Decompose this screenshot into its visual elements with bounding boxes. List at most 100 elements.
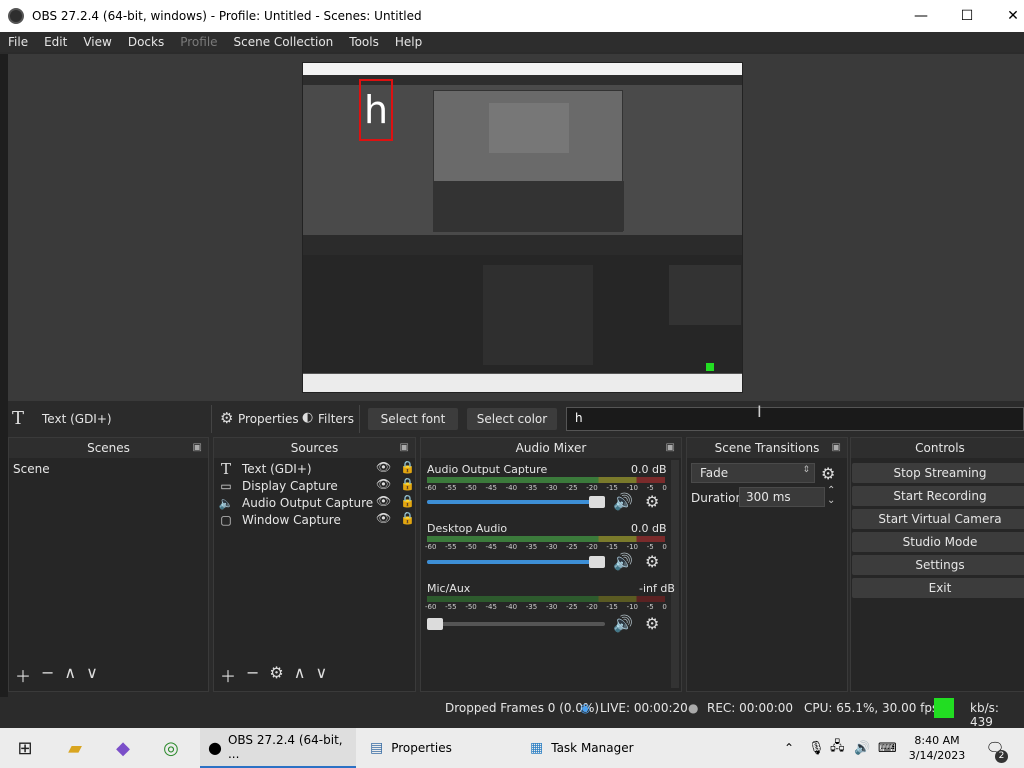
volume-icon[interactable]: 🔊 [854, 728, 872, 768]
meter-tick-label: -5 [646, 543, 654, 551]
close-button[interactable]: ✕ [990, 0, 1024, 32]
system-clock[interactable]: 8:40 AM 3/14/2023 [906, 728, 968, 768]
menu-scene-collection[interactable]: Scene Collection [226, 35, 342, 49]
network-icon[interactable]: 🖧 [830, 728, 848, 768]
volume-knob[interactable] [589, 556, 605, 568]
add-icon[interactable]: ＋ [15, 663, 31, 687]
menu-help[interactable]: Help [387, 35, 430, 49]
up-down-arrows-icon: ⇕ [802, 465, 810, 475]
meter-tick-label: -60 [425, 543, 437, 551]
start-recording-button[interactable]: Start Recording [852, 486, 1024, 506]
volume-knob[interactable] [427, 618, 443, 630]
lock-icon[interactable]: 🔒 [400, 460, 415, 474]
meter-tick-label: -10 [626, 603, 638, 611]
filters-icon[interactable]: ◐ [302, 410, 313, 425]
start-virtual-camera-button[interactable]: Start Virtual Camera [852, 509, 1024, 529]
remove-icon[interactable]: − [41, 663, 54, 687]
speaker-icon[interactable]: 🔊 [613, 492, 633, 511]
spin-down-icon[interactable]: ⌄ [827, 495, 835, 506]
volume-knob[interactable] [589, 496, 605, 508]
add-icon[interactable]: ＋ [220, 663, 236, 687]
obs-app-icon [8, 8, 24, 24]
maximize-button[interactable]: ☐ [944, 0, 990, 32]
menu-tools[interactable]: Tools [341, 35, 387, 49]
select-font-button[interactable]: Select font [368, 408, 458, 430]
source-item-window-capture[interactable]: ▢ Window Capture [218, 511, 341, 528]
lock-icon[interactable]: 🔒 [400, 494, 415, 508]
menu-view[interactable]: View [75, 35, 119, 49]
notifications-icon[interactable]: 🗨 2 [980, 728, 1010, 768]
speaker-icon[interactable]: 🔊 [613, 552, 633, 571]
source-item-text[interactable]: T Text (GDI+) [218, 460, 312, 478]
transition-select[interactable]: Fade ⇕ [691, 463, 815, 483]
lock-icon[interactable]: 🔒 [400, 511, 415, 525]
taskbar-item-task-manager[interactable]: ▦ Task Manager [522, 728, 678, 768]
gear-icon[interactable]: ⚙ [821, 464, 835, 483]
speaker-icon[interactable]: 🔊 [613, 614, 633, 633]
language-icon[interactable]: ⌨ [878, 728, 897, 768]
scenes-dock-header: Scenes ▣ [9, 438, 208, 458]
chrome-icon[interactable]: ◎ [156, 728, 186, 768]
remove-icon[interactable]: − [246, 663, 259, 687]
mixer-scrollbar[interactable] [671, 460, 679, 688]
minimize-button[interactable]: — [898, 0, 944, 32]
move-down-icon[interactable]: ∨ [315, 663, 327, 687]
volume-slider[interactable] [427, 556, 605, 568]
move-up-icon[interactable]: ∧ [294, 663, 306, 687]
source-item-label: Audio Output Capture [242, 495, 374, 510]
dock-float-icon[interactable]: ▣ [400, 438, 409, 458]
exit-button[interactable]: Exit [852, 578, 1024, 598]
gear-icon[interactable]: ⚙ [269, 663, 283, 687]
text-icon: T [12, 408, 25, 429]
text-source-bbox[interactable]: h [359, 79, 393, 141]
duration-input[interactable]: 300 ms [739, 487, 825, 507]
menu-file[interactable]: File [0, 35, 36, 49]
gear-icon[interactable]: ⚙ [220, 409, 233, 427]
dock-float-icon[interactable]: ▣ [832, 438, 841, 458]
i-beam-cursor-icon: I [757, 402, 762, 421]
eye-icon[interactable]: 👁 [376, 494, 391, 508]
taskbar-item-properties[interactable]: ▤ Properties [362, 728, 518, 768]
eye-icon[interactable]: 👁 [376, 511, 391, 525]
file-explorer-icon[interactable]: ▰ [60, 728, 90, 768]
channel-level: 0.0 dB [631, 463, 667, 476]
move-up-icon[interactable]: ∧ [64, 663, 76, 687]
text-input[interactable]: h [566, 407, 1024, 431]
dropped-frames: Dropped Frames 0 (0.0%) [445, 701, 600, 715]
properties-button[interactable]: Properties [238, 412, 299, 426]
dock-float-icon[interactable]: ▣ [666, 438, 675, 458]
settings-button[interactable]: Settings [852, 555, 1024, 575]
filters-button[interactable]: Filters [318, 412, 354, 426]
tray-overflow-icon[interactable]: ⌃ [784, 728, 800, 768]
source-item-display-capture[interactable]: ▭ Display Capture [218, 477, 337, 494]
volume-slider[interactable] [427, 618, 605, 630]
menu-edit[interactable]: Edit [36, 35, 75, 49]
program-preview[interactable]: h [302, 62, 743, 393]
eye-icon[interactable]: 👁 [376, 460, 391, 474]
source-item-audio-output[interactable]: 🔈 Audio Output Capture [218, 494, 374, 511]
volume-slider[interactable] [427, 496, 605, 508]
gear-icon[interactable]: ⚙ [645, 614, 659, 633]
eye-icon[interactable]: 👁 [376, 477, 391, 491]
preview-text: h [363, 88, 389, 132]
sources-toolbar: ＋ − ⚙ ∧ ∨ [220, 663, 327, 687]
windows-start-icon[interactable]: ⊞ [10, 728, 40, 768]
scene-item[interactable]: Scene [13, 460, 50, 477]
gear-icon[interactable]: ⚙ [645, 492, 659, 511]
nested-stream-indicator [706, 363, 714, 371]
meter-tick-label: 0 [662, 603, 667, 611]
taskbar-item-label: Task Manager [551, 741, 634, 755]
stop-streaming-button[interactable]: Stop Streaming [852, 463, 1024, 483]
move-down-icon[interactable]: ∨ [86, 663, 98, 687]
dock-float-icon[interactable]: ▣ [193, 438, 202, 458]
scene-item-label: Scene [13, 461, 50, 476]
select-color-button[interactable]: Select color [467, 408, 557, 430]
visual-studio-icon[interactable]: ◆ [108, 728, 138, 768]
menu-docks[interactable]: Docks [120, 35, 172, 49]
studio-mode-button[interactable]: Studio Mode [852, 532, 1024, 552]
channel-level: 0.0 dB [631, 522, 667, 535]
lock-icon[interactable]: 🔒 [400, 477, 415, 491]
gear-icon[interactable]: ⚙ [645, 552, 659, 571]
microphone-icon[interactable]: 🎙 [808, 728, 825, 768]
taskbar-item-obs[interactable]: ● OBS 27.2.4 (64-bit, ... [200, 728, 356, 768]
